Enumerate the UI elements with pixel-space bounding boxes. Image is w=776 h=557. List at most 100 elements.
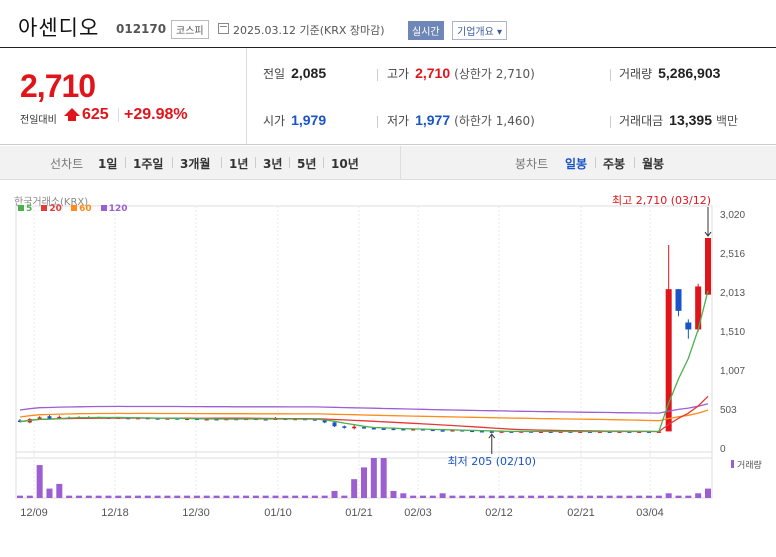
- divider: [255, 157, 256, 168]
- legend-swatch: [71, 205, 78, 211]
- volume-bar: [105, 495, 112, 498]
- base-date: 2025.03.12 기준(KRX 장마감): [233, 24, 385, 37]
- volume-bar: [331, 490, 338, 498]
- ma120-line: [19, 403, 709, 414]
- volume-bar: [469, 495, 476, 498]
- volume-bar: [292, 495, 299, 498]
- volume-bar: [498, 495, 505, 498]
- stat-value: 13,395: [669, 112, 712, 128]
- divider: [595, 157, 596, 168]
- volume-bar: [243, 495, 250, 498]
- min-annotation: 최저 205 (02/10): [448, 455, 537, 468]
- volume-bar: [341, 495, 348, 498]
- volume-bar: [233, 495, 240, 498]
- volume-bar: [429, 495, 436, 498]
- y-tick-label: 1,510: [720, 327, 745, 338]
- volume-bar: [95, 495, 102, 498]
- volume-bar: [557, 495, 564, 498]
- volume-bar: [587, 495, 594, 498]
- candle-monthly[interactable]: 월봉: [642, 155, 664, 172]
- volume-bar: [272, 495, 279, 498]
- line-chart-label: 선차트: [50, 157, 84, 171]
- y-tick-label: 2,013: [720, 288, 745, 299]
- volume-bar: [705, 488, 711, 498]
- stock-name: 아센디오: [18, 16, 100, 40]
- x-tick-label: 12/18: [101, 507, 129, 519]
- divider: [377, 69, 378, 81]
- volume-bar: [537, 495, 544, 498]
- divider: [221, 157, 222, 168]
- volume-bar: [577, 495, 584, 498]
- period-10y[interactable]: 10년: [331, 155, 359, 172]
- change-percent: +29.98%: [124, 106, 188, 123]
- legend-label: 5: [26, 204, 33, 214]
- stat-value: 2,710: [415, 65, 451, 81]
- volume-bar: [17, 495, 23, 498]
- legend-label: 60: [79, 204, 92, 214]
- period-1w[interactable]: 1주일: [133, 155, 163, 172]
- x-tick-label: 01/21: [345, 507, 373, 519]
- stat-label: 거래량: [619, 67, 653, 81]
- stat-unit: 백만: [716, 114, 739, 128]
- volume-bar: [125, 495, 132, 498]
- volume-bar: [361, 467, 367, 498]
- stat-label: 전일: [263, 67, 286, 81]
- divider: [400, 146, 401, 180]
- arrow-up-icon: [64, 108, 80, 121]
- legend-ma60: 60: [71, 204, 92, 214]
- legend-label: 20: [49, 204, 62, 214]
- volume-bar: [302, 495, 309, 498]
- volume-bar: [174, 495, 181, 498]
- volume-legend-swatch: [731, 460, 734, 468]
- volume-bar: [370, 458, 377, 498]
- volume-bar: [606, 495, 613, 498]
- volume-legend-label: 거래량: [737, 459, 762, 471]
- divider: [289, 157, 290, 168]
- volume-bar: [567, 495, 574, 498]
- stock-header: 아센디오 012170 코스피 2025.03.12 기준(KRX 장마감) 실…: [0, 0, 776, 48]
- volume-bar: [85, 495, 92, 498]
- stat-label: 저가: [387, 114, 410, 128]
- current-price-panel: 2,710 전일대비 625 +29.98%: [0, 48, 247, 144]
- stat-volume: 거래량 5,286,903: [619, 65, 720, 82]
- candle-body: [381, 428, 386, 430]
- stat-high: 고가 2,710 (상한가 2,710): [387, 65, 535, 82]
- volume-bar: [252, 495, 259, 498]
- volume-bar: [596, 495, 603, 498]
- realtime-button[interactable]: 실시간: [408, 21, 444, 40]
- candle-daily[interactable]: 일봉: [565, 155, 587, 172]
- period-5y[interactable]: 5년: [297, 155, 316, 172]
- chart-legend: 5 20 60 120: [18, 204, 134, 214]
- y-tick-label: 1,007: [720, 366, 745, 377]
- candle-chart-label: 봉차트: [515, 157, 549, 171]
- candle-weekly[interactable]: 주봉: [603, 155, 625, 172]
- volume-bar: [75, 495, 82, 498]
- stat-value: 1,979: [291, 112, 327, 128]
- legend-ma120: 120: [100, 204, 128, 214]
- volume-bar: [626, 495, 633, 498]
- candle-body: [371, 428, 376, 430]
- volume-bar: [400, 493, 407, 498]
- candle-body: [391, 428, 396, 431]
- company-overview-button[interactable]: 기업개요 ▾: [452, 21, 507, 40]
- volume-bar: [518, 495, 525, 498]
- period-3y[interactable]: 3년: [263, 155, 282, 172]
- volume-bar: [144, 495, 151, 498]
- chart-canvas: 3,020 2,516 2,013 1,510 1,007 503 0 12/09 12/18 1…: [15, 194, 762, 519]
- divider: [610, 116, 611, 128]
- calendar-icon: [218, 23, 229, 34]
- period-1d[interactable]: 1일: [98, 155, 117, 172]
- volume-bar: [675, 495, 682, 498]
- period-3m[interactable]: 3개월: [180, 155, 210, 172]
- divider: [634, 157, 635, 168]
- candle-body: [47, 416, 52, 419]
- stat-amount: 거래대금 13,395 백만: [619, 112, 738, 129]
- stat-sub: (하한가 1,460): [454, 114, 535, 128]
- volume-bar: [449, 495, 456, 498]
- period-1y[interactable]: 1년: [229, 155, 248, 172]
- stock-chart[interactable]: 3,020 2,516 2,013 1,510 1,007 503 0 12/09 12/18 1…: [0, 180, 776, 557]
- y-tick-label: 2,516: [720, 249, 745, 260]
- volume-bar: [203, 495, 210, 498]
- volume-bar: [115, 495, 122, 498]
- volume-bar: [26, 495, 33, 498]
